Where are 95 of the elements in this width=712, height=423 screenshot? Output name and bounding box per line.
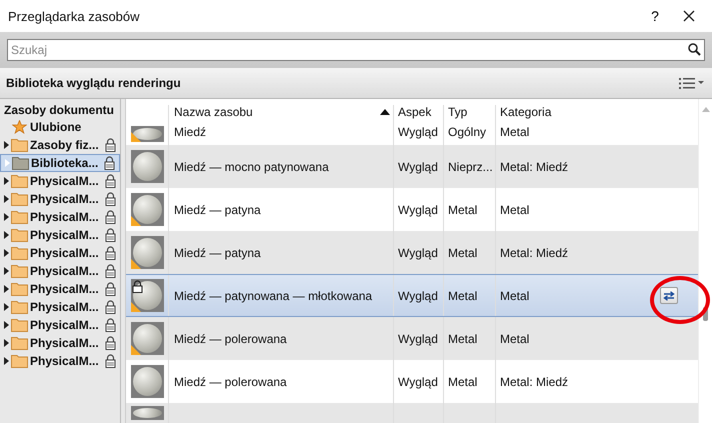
table-cell: Wygląd xyxy=(398,374,438,388)
table-cell: Metal xyxy=(500,332,530,346)
material-thumbnail xyxy=(130,406,164,420)
table-cell: Miedź — polerowana xyxy=(174,332,287,346)
lock-icon xyxy=(105,354,116,368)
lock-icon xyxy=(105,264,116,278)
library-tree-item[interactable]: PhysicalM... xyxy=(0,244,120,262)
lock-icon xyxy=(105,300,116,314)
library-tree-item[interactable]: PhysicalM... xyxy=(0,352,120,370)
material-thumbnail xyxy=(130,150,164,183)
lock-icon xyxy=(105,318,116,332)
lock-icon xyxy=(105,138,116,152)
scrollbar[interactable] xyxy=(698,99,712,423)
column-header[interactable]: Nazwa zasobu xyxy=(174,105,253,119)
lock-icon xyxy=(104,156,115,170)
table-cell: Wygląd xyxy=(398,160,438,174)
table-cell: Metal xyxy=(500,288,530,302)
library-tree-item[interactable]: PhysicalM... xyxy=(0,262,120,280)
table-cell: Nieprz... xyxy=(448,160,493,174)
folder-icon xyxy=(11,228,28,242)
folder-icon xyxy=(11,282,28,296)
close-icon xyxy=(683,10,695,22)
table-row[interactable] xyxy=(126,403,698,423)
table-cell: Metal: Miedź xyxy=(500,160,568,174)
replace-button[interactable] xyxy=(660,287,678,304)
folder-icon xyxy=(12,156,29,170)
lock-icon xyxy=(105,174,116,188)
table-row[interactable]: Miedź — mocno patynowana Wygląd Nieprz... Metal: Miedź xyxy=(126,145,698,188)
table-cell: Metal xyxy=(500,202,530,216)
folder-icon xyxy=(11,246,28,260)
search-field[interactable]: Szukaj xyxy=(7,39,705,61)
table-row[interactable]: Miedź — polerowana Wygląd Metal Metal xyxy=(126,317,698,360)
library-tree-item[interactable]: PhysicalM... xyxy=(0,226,120,244)
help-button[interactable]: ? xyxy=(638,0,672,32)
material-thumbnail xyxy=(130,365,164,398)
table-cell: Wygląd xyxy=(398,332,438,346)
table-row[interactable]: Miedź — patyna Wygląd Metal Metal: Miedź xyxy=(126,231,698,274)
table-cell: Metal xyxy=(500,125,530,139)
favorites-item[interactable]: Ulubione xyxy=(30,120,82,134)
library-tree-item[interactable]: Zasoby fiz... xyxy=(0,136,120,154)
table-row[interactable]: Miedź — patynowana — młotkowana Wygląd Metal Metal xyxy=(126,274,698,317)
folder-icon xyxy=(11,336,28,350)
table-cell: Wygląd xyxy=(398,202,438,216)
folder-icon xyxy=(11,264,28,278)
folder-icon xyxy=(11,354,28,368)
column-header[interactable]: Typ xyxy=(448,105,468,119)
table-cell: Metal xyxy=(448,202,478,216)
table-cell: Metal: Miedź xyxy=(500,246,568,260)
table-cell: Ogólny xyxy=(448,125,486,139)
folder-icon xyxy=(11,138,28,152)
folder-icon xyxy=(11,318,28,332)
library-tree-item[interactable]: PhysicalM... xyxy=(0,334,120,352)
list-view-icon xyxy=(679,76,695,90)
table-cell: Metal xyxy=(448,332,478,346)
lock-icon xyxy=(105,192,116,206)
table-cell: Wygląd xyxy=(398,125,438,139)
window-title: Przeglądarka zasobów xyxy=(8,8,141,24)
library-tree-item[interactable]: PhysicalM... xyxy=(0,172,120,190)
table-cell: Metal: Miedź xyxy=(500,374,568,388)
library-title: Biblioteka wyglądu renderingu xyxy=(6,76,182,90)
table-cell: Wygląd xyxy=(398,246,438,260)
lock-icon xyxy=(105,246,116,260)
table-cell: Metal xyxy=(448,374,478,388)
lock-icon xyxy=(105,282,116,296)
star-icon xyxy=(12,120,27,134)
table-cell: Miedź — patynowana — młotkowana xyxy=(174,288,372,302)
folder-icon xyxy=(11,300,28,314)
table-cell: Miedź — patyna xyxy=(174,246,261,260)
table-cell: Metal xyxy=(448,246,478,260)
table-cell: Miedź — mocno patynowana xyxy=(174,160,329,174)
folder-icon xyxy=(11,174,28,188)
column-header[interactable]: Aspek xyxy=(398,105,432,119)
library-tree-item[interactable]: PhysicalM... xyxy=(0,208,120,226)
folder-icon xyxy=(11,192,28,206)
lock-icon xyxy=(105,210,116,224)
sidebar-heading[interactable]: Zasoby dokumentu xyxy=(0,102,114,118)
library-tree-item[interactable]: PhysicalM... xyxy=(0,190,120,208)
table-cell: Miedź — patyna xyxy=(174,202,261,216)
swap-arrows-icon xyxy=(663,290,675,300)
lock-icon xyxy=(105,336,116,350)
search-icon xyxy=(688,43,701,56)
table-cell: Wygląd xyxy=(398,288,438,302)
table-cell: Miedź — polerowana xyxy=(174,374,287,388)
table-cell: Metal xyxy=(448,288,478,302)
lock-icon xyxy=(105,228,116,242)
highlight-circle xyxy=(650,276,710,324)
caret-icon xyxy=(698,81,704,85)
library-tree-item[interactable]: Biblioteka... xyxy=(0,154,120,172)
library-tree-item[interactable]: PhysicalM... xyxy=(0,298,120,316)
library-tree-item[interactable]: PhysicalM... xyxy=(0,316,120,334)
library-tree-item[interactable]: PhysicalM... xyxy=(0,280,120,298)
folder-icon xyxy=(11,210,28,224)
column-header[interactable]: Kategoria xyxy=(500,105,552,119)
sort-arrow-icon xyxy=(380,109,390,115)
table-cell: Miedź xyxy=(174,125,206,139)
